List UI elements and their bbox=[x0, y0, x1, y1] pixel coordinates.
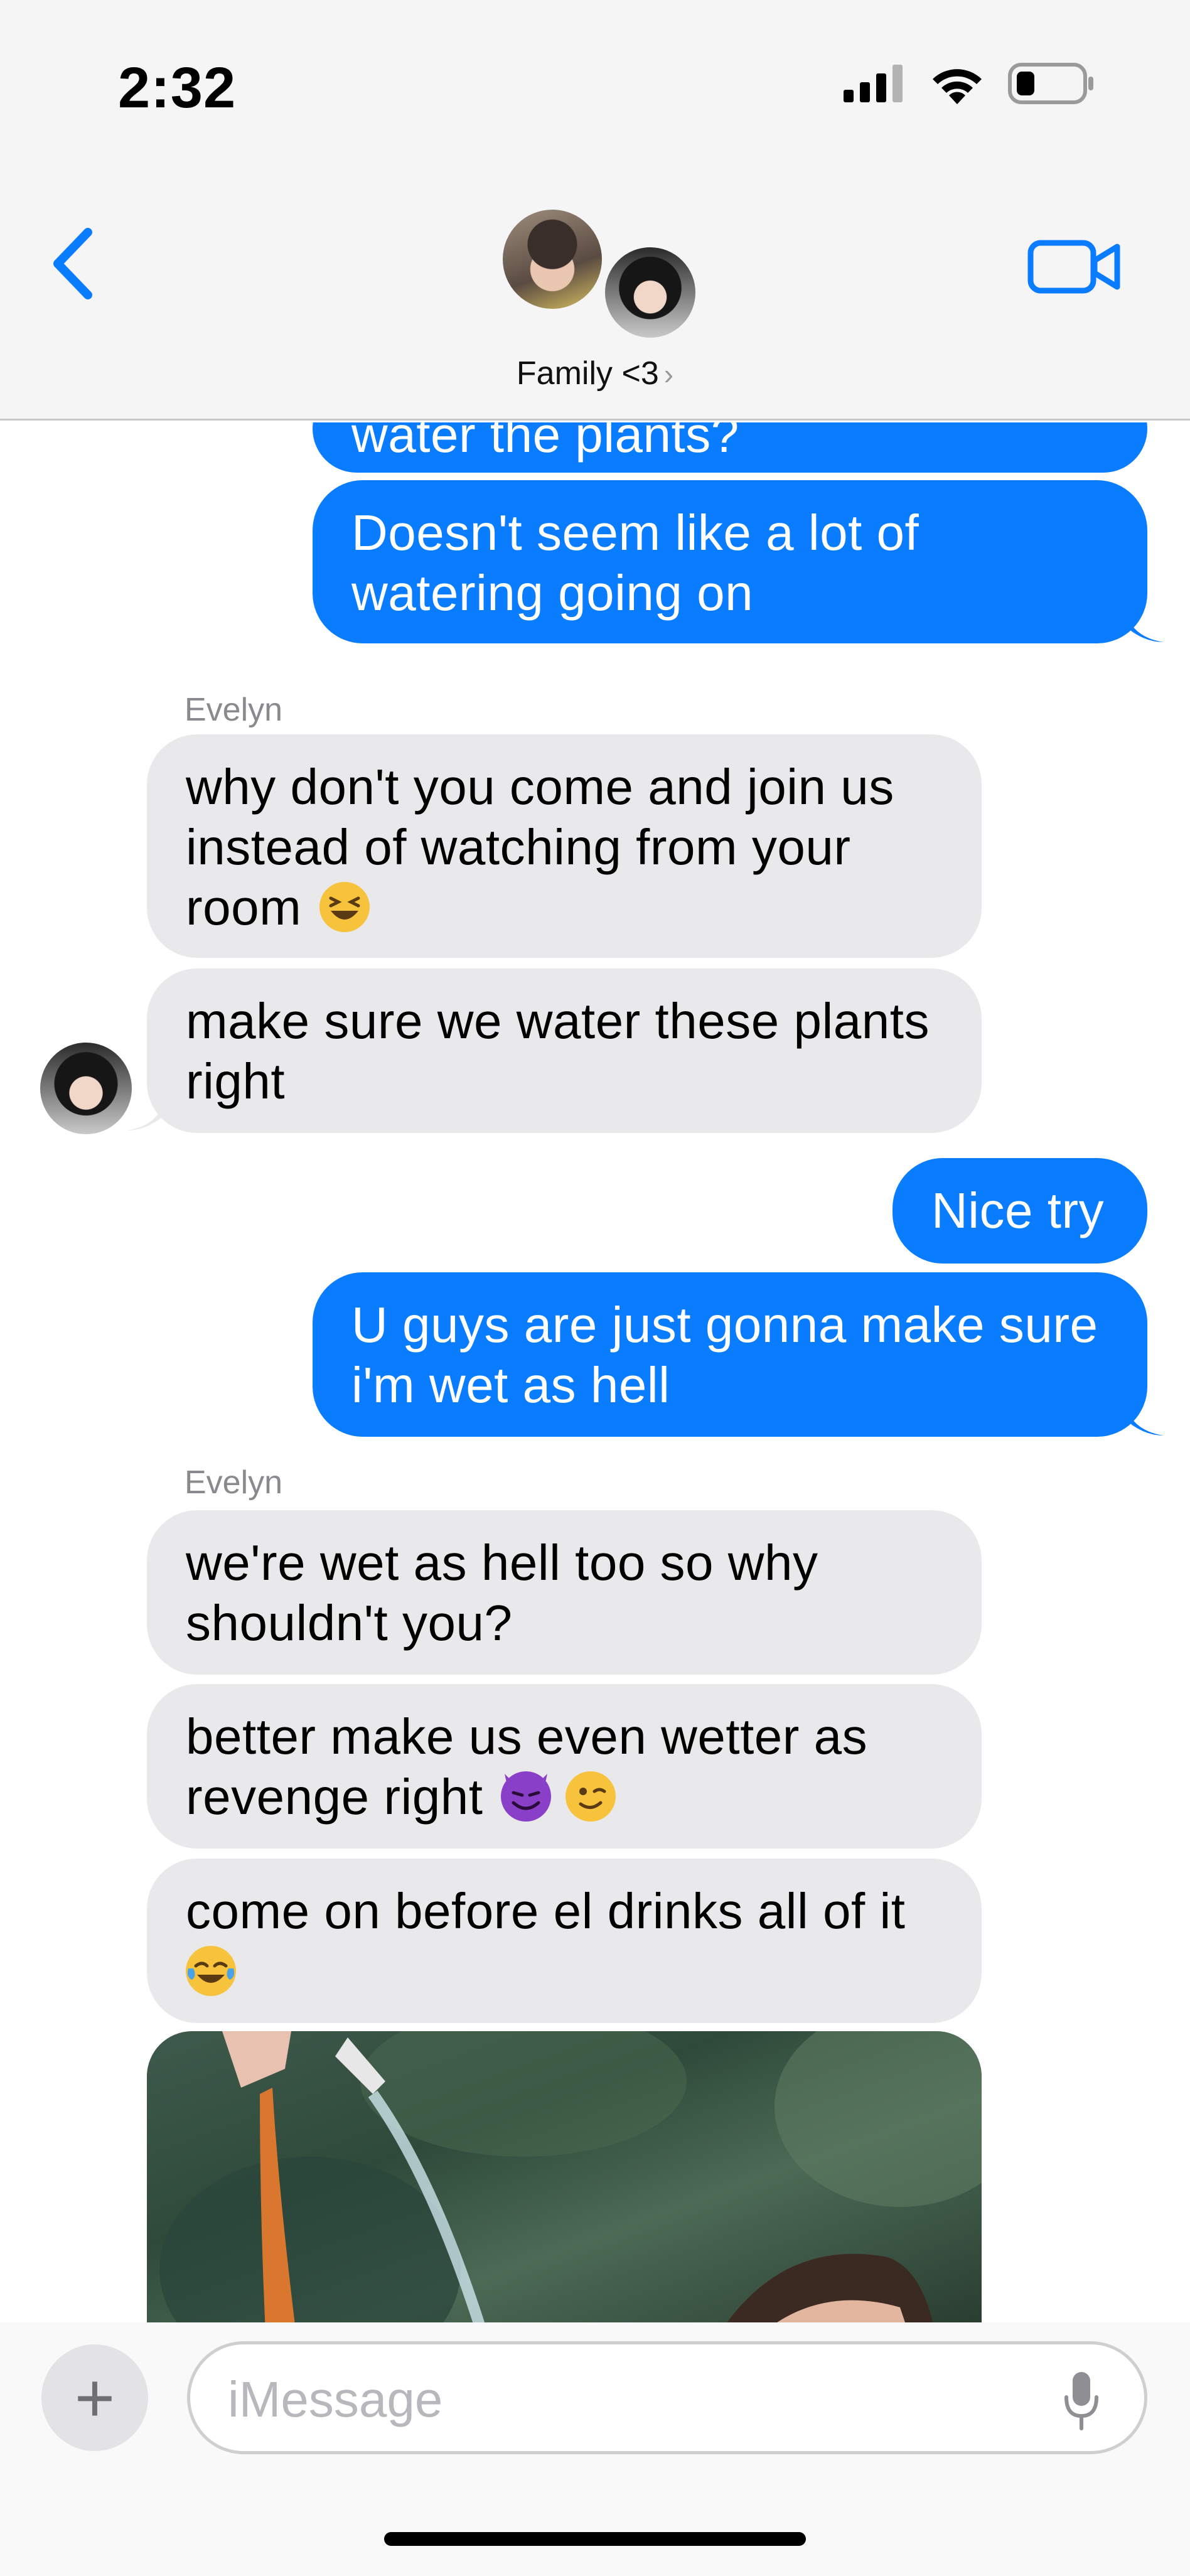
message-text: Doesn't seem like a lot of watering goin… bbox=[351, 505, 919, 621]
message-text: we're wet as hell too so why shouldn't y… bbox=[186, 1535, 818, 1651]
message-bubble-outgoing[interactable]: Nice try bbox=[893, 1158, 1147, 1264]
plus-button[interactable]: + bbox=[41, 2344, 148, 2451]
message-text: why don't you come and join us instead o… bbox=[186, 759, 894, 935]
status-icons bbox=[844, 63, 1096, 104]
sender-avatar[interactable] bbox=[40, 1043, 132, 1134]
microphone-icon[interactable] bbox=[1063, 2369, 1100, 2432]
conversation-header: Family <3 › bbox=[0, 163, 1190, 421]
message-list[interactable]: water the plants? Doesn't seem like a lo… bbox=[0, 422, 1190, 2322]
message-bubble-incoming[interactable]: come on before el drinks all of it bbox=[147, 1859, 982, 2023]
photo-content bbox=[159, 2031, 982, 2322]
status-time: 2:32 bbox=[118, 56, 237, 120]
message-text: U guys are just gonna make sure i'm wet … bbox=[351, 1297, 1098, 1413]
tears-of-joy-face-icon bbox=[186, 1946, 236, 1996]
group-name-label: Family <3 bbox=[516, 355, 659, 392]
grinning-squinting-face-icon bbox=[319, 882, 370, 932]
message-input[interactable]: iMessage bbox=[187, 2341, 1147, 2454]
sender-name: Evelyn bbox=[185, 692, 283, 728]
wifi-icon bbox=[933, 69, 982, 104]
bubble-tail bbox=[1123, 1399, 1164, 1436]
message-bubble-incoming[interactable]: why don't you come and join us instead o… bbox=[147, 734, 982, 958]
message-text: water the plants? bbox=[351, 422, 739, 463]
message-bubble-outgoing[interactable]: water the plants? bbox=[313, 422, 1147, 473]
group-avatar-1[interactable] bbox=[499, 206, 606, 313]
message-bubble-outgoing[interactable]: Doesn't seem like a lot of watering goin… bbox=[313, 480, 1147, 643]
message-bubble-incoming[interactable]: we're wet as hell too so why shouldn't y… bbox=[147, 1510, 982, 1675]
chevron-left-icon[interactable] bbox=[44, 226, 107, 301]
message-bubble-incoming[interactable]: make sure we water these plants right bbox=[147, 969, 982, 1133]
cellular-signal-icon bbox=[844, 65, 903, 102]
image-attachment[interactable] bbox=[147, 2031, 982, 2322]
message-text: make sure we water these plants right bbox=[186, 993, 930, 1109]
chevron-right-icon: › bbox=[663, 358, 674, 390]
message-text: come on before el drinks all of it bbox=[186, 1883, 906, 1939]
sender-name: Evelyn bbox=[185, 1464, 283, 1501]
winking-face-icon bbox=[565, 1771, 616, 1822]
battery-icon bbox=[1008, 63, 1093, 104]
message-bubble-incoming[interactable]: better make us even wetter as revenge ri… bbox=[147, 1684, 982, 1849]
status-bar: 2:32 bbox=[0, 0, 1190, 163]
group-name[interactable]: Family <3 › bbox=[0, 355, 1190, 392]
group-avatar-2[interactable] bbox=[601, 244, 699, 341]
video-camera-icon[interactable] bbox=[1027, 235, 1121, 298]
message-input-placeholder: iMessage bbox=[228, 2371, 443, 2427]
message-text: Nice try bbox=[931, 1183, 1105, 1238]
bubble-tail bbox=[1123, 606, 1164, 642]
home-indicator bbox=[384, 2532, 806, 2546]
smiling-devil-icon bbox=[501, 1771, 552, 1822]
message-bubble-outgoing[interactable]: U guys are just gonna make sure i'm wet … bbox=[313, 1272, 1147, 1437]
